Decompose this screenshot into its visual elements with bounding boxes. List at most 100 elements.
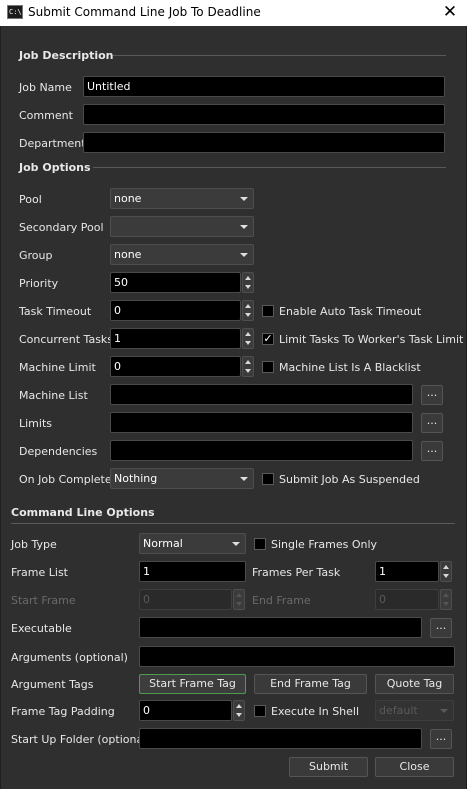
up-arrow-icon — [245, 332, 251, 336]
down-arrow-icon — [443, 574, 449, 578]
executable-field[interactable] — [139, 617, 422, 638]
task-timeout-input[interactable]: 0 — [110, 300, 241, 321]
execute-in-shell-checkbox[interactable] — [254, 705, 266, 717]
machine-limit-label: Machine Limit — [19, 361, 96, 374]
priority-spinner[interactable] — [242, 272, 254, 293]
priority-label: Priority — [19, 277, 59, 290]
job-type-label: Job Type — [11, 538, 57, 551]
up-arrow-icon — [443, 565, 449, 569]
shell-dropdown: default — [375, 700, 454, 721]
frame-tag-padding-spinner[interactable] — [233, 700, 245, 721]
startup-folder-field[interactable] — [139, 728, 422, 749]
frame-tag-padding-input[interactable]: 0 — [139, 700, 232, 721]
comment-field[interactable] — [83, 104, 445, 125]
machine-list-browse-button[interactable]: ... — [421, 385, 443, 405]
start-frame-tag-button[interactable]: Start Frame Tag — [139, 674, 246, 694]
single-frames-label: Single Frames Only — [271, 538, 378, 551]
end-frame-input: 0 — [375, 589, 439, 610]
dialog-body: Job Description Job Name Untitled Commen… — [0, 26, 467, 789]
arguments-label: Arguments (optional) — [11, 651, 128, 664]
pool-dropdown[interactable]: none — [110, 188, 254, 209]
machine-limit-input[interactable]: 0 — [110, 356, 241, 377]
secondary-pool-dropdown[interactable] — [110, 216, 254, 237]
section-divider — [113, 55, 446, 56]
pool-label: Pool — [19, 193, 42, 206]
chevron-down-icon — [240, 253, 248, 257]
start-frame-label: Start Frame — [11, 594, 76, 607]
down-arrow-icon — [245, 313, 251, 317]
submit-button[interactable]: Submit — [289, 757, 368, 777]
dependencies-field[interactable] — [110, 440, 413, 461]
command-prompt-icon: C:\ — [7, 5, 23, 19]
frames-per-task-spinner[interactable] — [440, 561, 452, 582]
section-divider — [93, 167, 446, 168]
frames-per-task-label: Frames Per Task — [252, 566, 341, 579]
machine-list-label: Machine List — [19, 389, 88, 402]
task-timeout-spinner[interactable] — [242, 300, 254, 321]
window-title: Submit Command Line Job To Deadline — [28, 5, 261, 19]
limits-field[interactable] — [110, 412, 413, 433]
quote-tag-button[interactable]: Quote Tag — [375, 674, 454, 694]
single-frames-checkbox[interactable] — [254, 538, 266, 550]
close-icon[interactable]: ✕ — [440, 2, 460, 22]
frame-list-field[interactable]: 1 — [139, 561, 246, 582]
start-frame-spinner — [233, 589, 245, 610]
argument-tags-label: Argument Tags — [11, 678, 94, 691]
priority-input[interactable]: 50 — [110, 272, 241, 293]
chevron-down-icon — [240, 197, 248, 201]
limit-tasks-checkbox[interactable]: ✓ — [262, 333, 274, 345]
up-arrow-icon — [245, 360, 251, 364]
chevron-down-icon — [240, 225, 248, 229]
blacklist-checkbox[interactable] — [262, 361, 274, 373]
executable-browse-button[interactable]: ... — [430, 618, 452, 638]
title-bar: C:\ Submit Command Line Job To Deadline … — [0, 0, 467, 26]
execute-in-shell-label: Execute In Shell — [271, 705, 360, 718]
dependencies-browse-button[interactable]: ... — [421, 441, 443, 461]
down-arrow-icon — [245, 369, 251, 373]
submit-suspended-label: Submit Job As Suspended — [279, 473, 420, 486]
enable-auto-timeout-checkbox[interactable] — [262, 305, 274, 317]
arguments-field[interactable] — [139, 646, 455, 667]
limits-label: Limits — [19, 417, 52, 430]
on-job-complete-value: Nothing — [114, 472, 158, 485]
concurrent-tasks-spinner[interactable] — [242, 328, 254, 349]
job-options-header: Job Options — [19, 161, 91, 174]
job-name-label: Job Name — [19, 81, 72, 94]
concurrent-tasks-input[interactable]: 1 — [110, 328, 241, 349]
limit-tasks-label: Limit Tasks To Worker's Task Limit — [279, 333, 464, 346]
close-button[interactable]: Close — [375, 757, 454, 777]
frame-list-label: Frame List — [11, 566, 68, 579]
executable-label: Executable — [11, 622, 72, 635]
department-field[interactable] — [83, 132, 445, 153]
dependencies-label: Dependencies — [19, 445, 98, 458]
limits-browse-button[interactable]: ... — [421, 413, 443, 433]
enable-auto-timeout-label: Enable Auto Task Timeout — [279, 305, 422, 318]
department-label: Department — [19, 137, 86, 150]
job-name-field[interactable]: Untitled — [83, 76, 445, 97]
chevron-down-icon — [440, 709, 448, 713]
group-value: none — [114, 248, 142, 261]
frame-tag-padding-label: Frame Tag Padding — [11, 705, 115, 718]
group-dropdown[interactable]: none — [110, 244, 254, 265]
submit-suspended-checkbox[interactable] — [262, 473, 274, 485]
frames-per-task-input[interactable]: 1 — [375, 561, 439, 582]
up-arrow-icon — [236, 593, 242, 597]
secondary-pool-label: Secondary Pool — [19, 221, 104, 234]
startup-folder-browse-button[interactable]: ... — [430, 729, 452, 749]
down-arrow-icon — [245, 285, 251, 289]
down-arrow-icon — [443, 602, 449, 606]
end-frame-label: End Frame — [252, 594, 311, 607]
machine-limit-spinner[interactable] — [242, 356, 254, 377]
down-arrow-icon — [245, 341, 251, 345]
machine-list-field[interactable] — [110, 384, 413, 405]
group-label: Group — [19, 249, 53, 262]
job-type-dropdown[interactable]: Normal — [139, 533, 246, 554]
end-frame-tag-button[interactable]: End Frame Tag — [254, 674, 367, 694]
end-frame-spinner — [440, 589, 452, 610]
on-job-complete-dropdown[interactable]: Nothing — [110, 468, 254, 489]
job-description-header: Job Description — [19, 49, 114, 62]
job-type-value: Normal — [143, 537, 183, 550]
chevron-down-icon — [240, 477, 248, 481]
up-arrow-icon — [245, 304, 251, 308]
command-line-options-header: Command Line Options — [11, 506, 155, 519]
